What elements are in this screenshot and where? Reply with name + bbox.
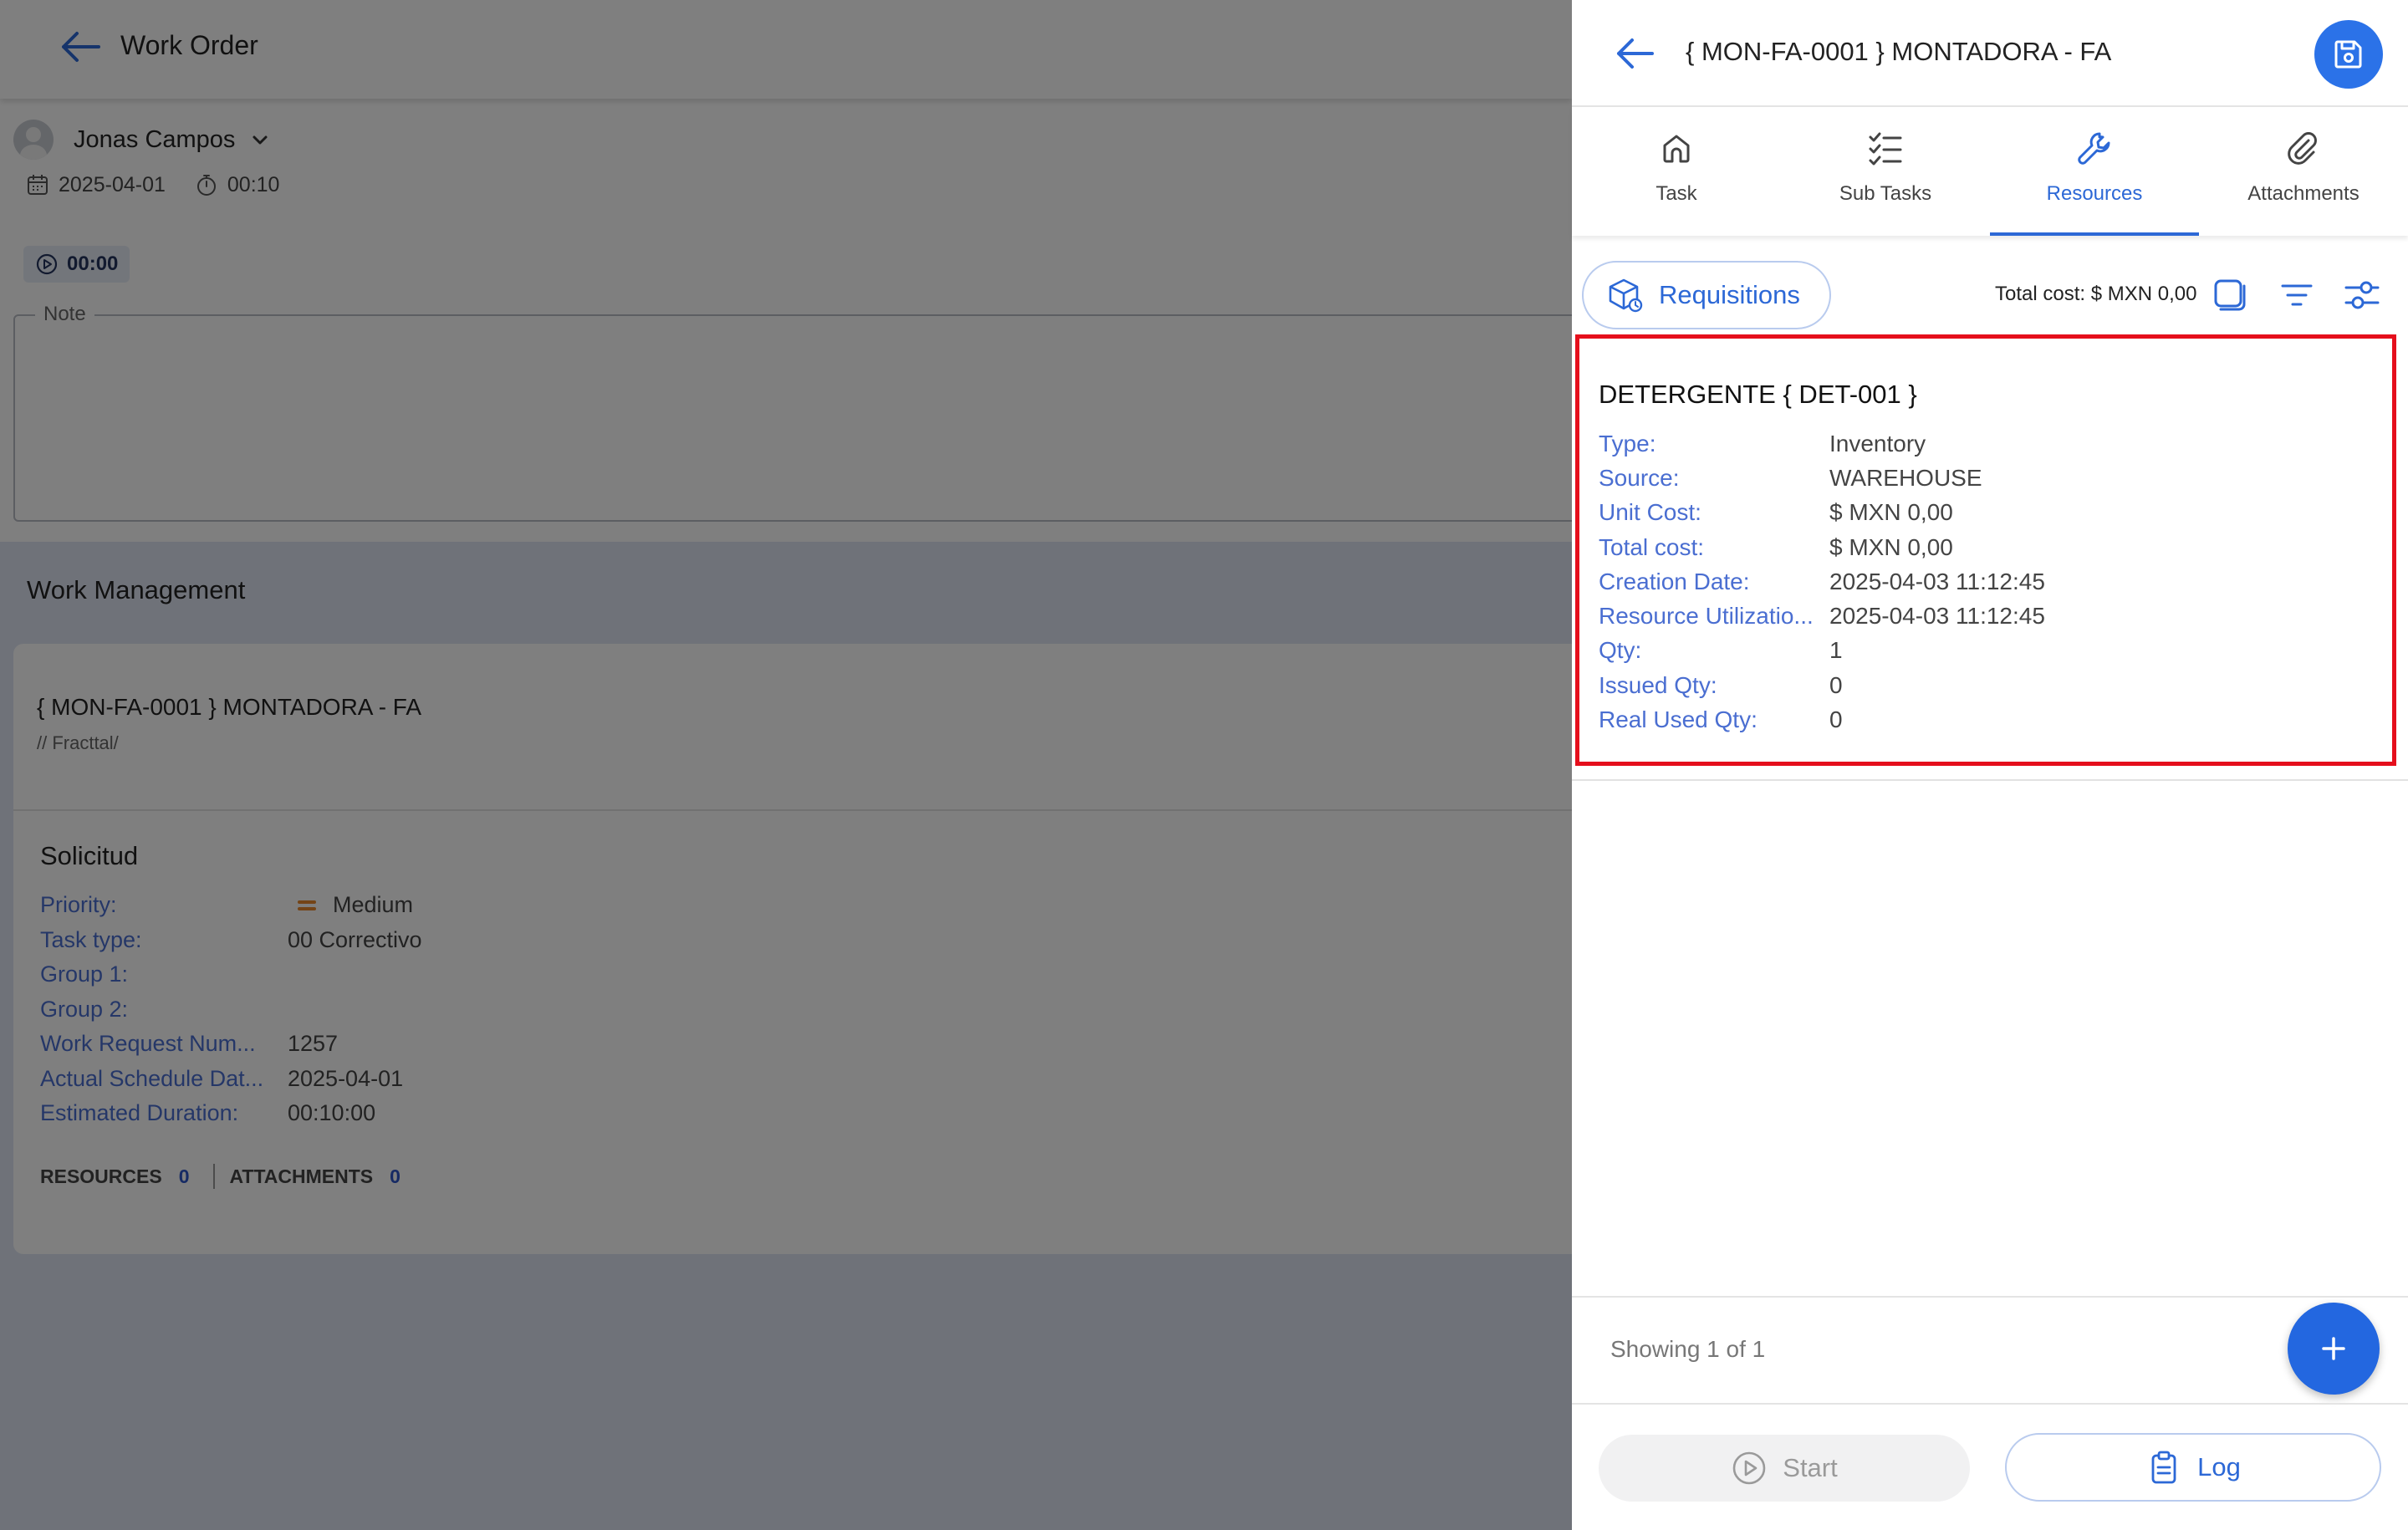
panel-tabs: Task Sub Tasks Resources Attachments (1572, 107, 2408, 236)
save-icon (2334, 40, 2362, 69)
plus-icon (2322, 1337, 2345, 1360)
field-key: Total cost: (1599, 533, 1705, 560)
requisitions-label: Requisitions (1659, 280, 1800, 309)
start-button[interactable]: Start (1599, 1435, 1970, 1502)
resources-side-panel: { MON-FA-0001 } MONTADORA - FA Task Sub … (1572, 0, 2408, 1530)
clipboard-icon (2151, 1451, 2176, 1484)
play-circle-icon (1732, 1451, 1766, 1485)
field-key: Real Used Qty: (1599, 706, 1758, 733)
select-all-icon[interactable] (2211, 276, 2249, 314)
field-row: Creation Date: 2025-04-03 11:12:45 (1599, 564, 2045, 599)
resource-card[interactable]: DETERGENTE { DET-001 } Type: Inventory S… (1572, 334, 2408, 781)
requisitions-button[interactable]: Requisitions (1582, 261, 1831, 329)
divider (1572, 1403, 2408, 1405)
package-icon (1609, 278, 1643, 313)
settings-sliders-icon[interactable] (2343, 276, 2381, 314)
tab-label: Sub Tasks (1839, 182, 1932, 205)
field-row: Resource Utilizatio... 2025-04-03 11:12:… (1599, 599, 2045, 633)
paperclip-icon (2288, 132, 2317, 165)
modal-overlay[interactable] (0, 0, 1572, 1530)
field-key: Unit Cost: (1599, 499, 1701, 526)
panel-header: { MON-FA-0001 } MONTADORA - FA (1572, 0, 2408, 107)
checklist-icon (1869, 132, 1902, 166)
field-value: $ MXN 0,00 (1829, 533, 1953, 560)
back-arrow-icon[interactable] (1614, 35, 1656, 72)
tab-task[interactable]: Task (1572, 107, 1781, 236)
field-value: 0 (1829, 671, 1843, 698)
total-cost: Total cost: $ MXN 0,00 (1995, 283, 2197, 305)
field-row: Issued Qty: 0 (1599, 668, 2045, 702)
log-button[interactable]: Log (2005, 1433, 2381, 1502)
field-key: Type: (1599, 430, 1656, 456)
resource-fields: Type: Inventory Source: WAREHOUSE Unit C… (1599, 426, 2045, 737)
tab-label: Attachments (2247, 182, 2360, 205)
field-key: Resource Utilizatio... (1599, 603, 1814, 630)
field-value: Inventory (1829, 430, 1926, 456)
tab-label: Task (1656, 182, 1697, 205)
divider (1572, 1296, 2408, 1298)
field-value: 0 (1829, 706, 1843, 733)
tab-sub-tasks[interactable]: Sub Tasks (1781, 107, 1990, 236)
field-value: 2025-04-03 11:12:45 (1829, 568, 2045, 594)
field-row: Qty: 1 (1599, 634, 2045, 668)
field-key: Qty: (1599, 637, 1642, 664)
pagination-status: Showing 1 of 1 (1610, 1336, 1766, 1362)
field-row: Real Used Qty: 0 (1599, 702, 2045, 737)
field-value: 2025-04-03 11:12:45 (1829, 603, 2045, 630)
tab-attachments[interactable]: Attachments (2199, 107, 2408, 236)
resource-title: DETERGENTE { DET-001 } (1599, 380, 1917, 409)
field-value: WAREHOUSE (1829, 464, 1982, 491)
field-key: Creation Date: (1599, 568, 1750, 594)
tab-label: Resources (2046, 182, 2143, 205)
save-button[interactable] (2314, 20, 2383, 89)
field-value: 1 (1829, 637, 1843, 664)
field-row: Source: WAREHOUSE (1599, 461, 2045, 495)
panel-title: { MON-FA-0001 } MONTADORA - FA (1686, 37, 2112, 66)
field-value: $ MXN 0,00 (1829, 499, 1953, 526)
field-row: Unit Cost: $ MXN 0,00 (1599, 496, 2045, 530)
wrench-icon (2078, 132, 2110, 165)
field-key: Source: (1599, 464, 1680, 491)
field-key: Issued Qty: (1599, 671, 1717, 698)
add-resource-button[interactable] (2288, 1303, 2380, 1395)
start-label: Start (1783, 1453, 1838, 1482)
field-row: Total cost: $ MXN 0,00 (1599, 530, 2045, 564)
sort-filter-icon[interactable] (2278, 276, 2316, 314)
log-label: Log (2197, 1452, 2241, 1482)
home-icon (1663, 135, 1690, 163)
tab-resources[interactable]: Resources (1990, 107, 2199, 236)
field-row: Type: Inventory (1599, 426, 2045, 461)
